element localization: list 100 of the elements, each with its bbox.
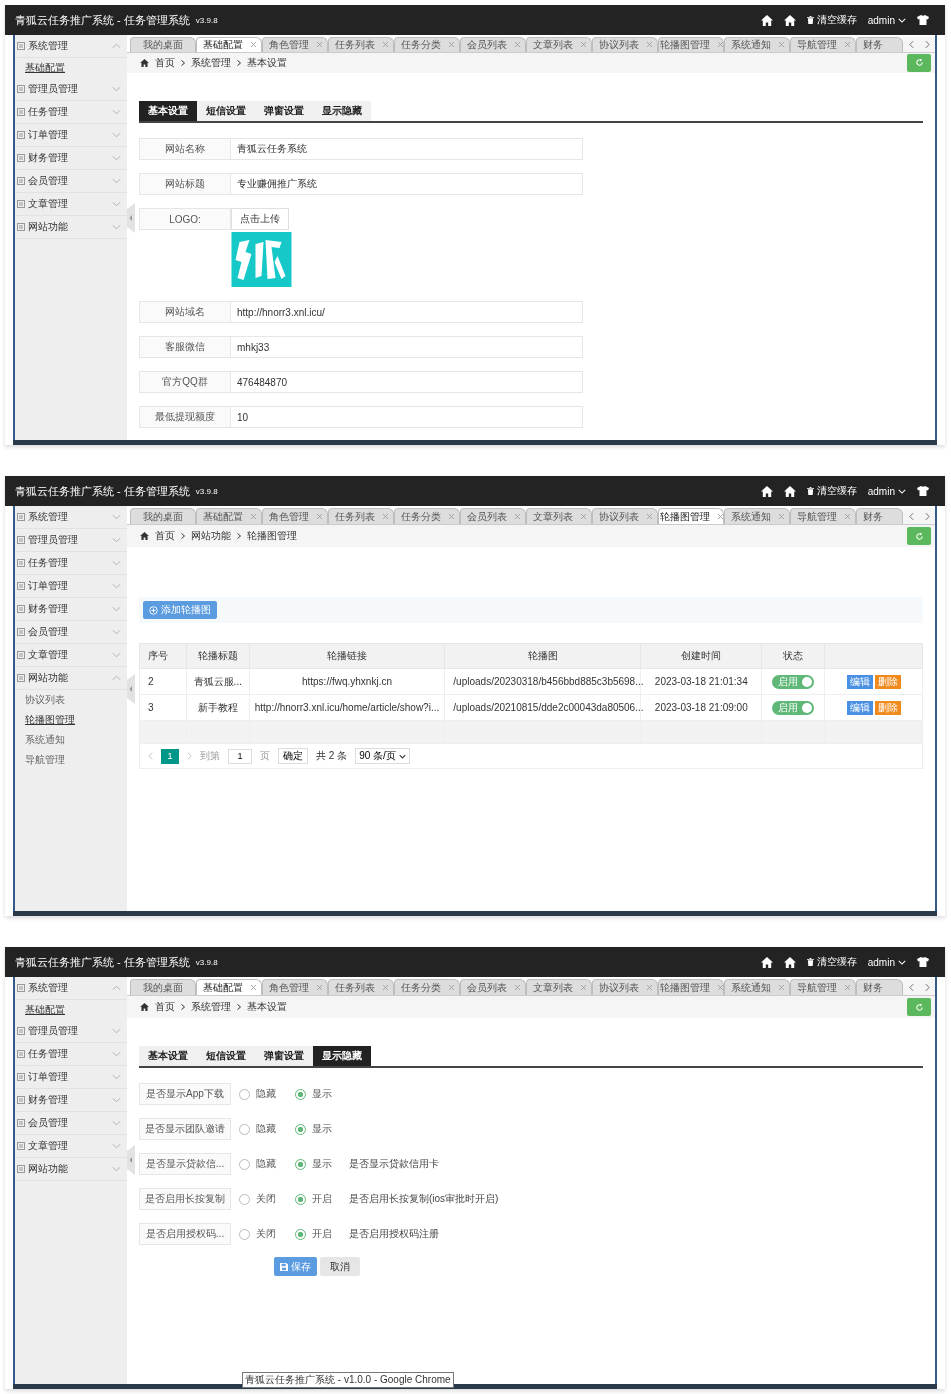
close-icon[interactable]	[844, 42, 850, 48]
close-icon[interactable]	[778, 514, 784, 519]
sidebar-subitem[interactable]: 轮播图管理	[15, 710, 127, 730]
close-icon[interactable]	[448, 514, 454, 519]
page-tab[interactable]: 文章列表	[526, 979, 592, 995]
settings-tab[interactable]: 短信设置	[197, 1046, 255, 1066]
close-icon[interactable]	[778, 42, 784, 48]
breadcrumb-link[interactable]: 首页	[155, 1000, 175, 1014]
home-icon[interactable]	[760, 14, 773, 26]
chevron-right-icon[interactable]	[187, 752, 192, 760]
close-icon[interactable]	[844, 514, 850, 519]
shirt-icon[interactable]	[917, 486, 929, 496]
page-tab[interactable]: 任务分类	[394, 979, 460, 995]
page-tab[interactable]: 基础配置	[196, 37, 262, 52]
page-tab[interactable]: 导航管理	[790, 37, 856, 52]
chevron-left-icon[interactable]	[908, 512, 914, 520]
close-icon[interactable]	[717, 42, 723, 48]
page-tab[interactable]: 协议列表	[592, 37, 658, 52]
page-tab[interactable]: 文章列表	[526, 508, 592, 524]
clear-cache-button[interactable]: 清空缓存	[806, 13, 857, 27]
user-menu[interactable]: admin	[867, 956, 906, 968]
page-tab[interactable]: 文章列表	[526, 37, 592, 52]
radio-option[interactable]: 关闭	[239, 1227, 287, 1241]
home-icon[interactable]	[783, 956, 796, 968]
close-icon[interactable]	[514, 42, 520, 48]
page-tab[interactable]: 协议列表	[592, 979, 658, 995]
close-icon[interactable]	[717, 514, 723, 519]
close-icon[interactable]	[316, 514, 322, 519]
settings-tab[interactable]: 弹窗设置	[255, 101, 313, 121]
page-tab[interactable]: 会员列表	[460, 37, 526, 52]
page-tab[interactable]: 系统通知	[724, 37, 790, 52]
confirm-button[interactable]: 确定	[278, 748, 308, 764]
close-icon[interactable]	[448, 42, 454, 48]
close-icon[interactable]	[250, 42, 256, 48]
page-tab[interactable]: 财务	[856, 979, 903, 995]
close-icon[interactable]	[382, 985, 388, 990]
refresh-button[interactable]	[907, 527, 931, 545]
home-icon[interactable]	[760, 485, 773, 497]
collapse-handle[interactable]	[127, 203, 135, 233]
close-icon[interactable]	[448, 985, 454, 990]
page-tab[interactable]: 基础配置	[196, 979, 262, 995]
clear-cache-button[interactable]: 清空缓存	[806, 955, 857, 969]
page-tab[interactable]: 我的桌面	[130, 979, 196, 995]
page-tab[interactable]: 基础配置	[196, 508, 262, 524]
settings-tab[interactable]: 弹窗设置	[255, 1046, 313, 1066]
chevron-right-icon[interactable]	[924, 512, 930, 520]
radio-option[interactable]: 显示	[295, 1122, 343, 1136]
home-icon[interactable]	[760, 956, 773, 968]
page-tab[interactable]: 我的桌面	[130, 508, 196, 524]
page-input[interactable]: 1	[228, 748, 252, 764]
page-tab[interactable]: 财务	[856, 508, 903, 524]
page-tab[interactable]: 任务分类	[394, 508, 460, 524]
page-tab[interactable]: 轮播图管理	[658, 37, 724, 52]
settings-tab[interactable]: 显示隐藏	[313, 1046, 371, 1066]
collapse-handle[interactable]	[127, 674, 135, 704]
close-icon[interactable]	[514, 985, 520, 990]
page-tab[interactable]: 导航管理	[790, 508, 856, 524]
user-menu[interactable]: admin	[867, 485, 906, 497]
page-tab[interactable]: 导航管理	[790, 979, 856, 995]
close-icon[interactable]	[717, 985, 723, 990]
input-field[interactable]: 476484870	[231, 371, 583, 393]
close-icon[interactable]	[580, 42, 586, 48]
input-field[interactable]: 青狐云任务系统	[231, 138, 583, 160]
close-icon[interactable]	[316, 42, 322, 48]
close-icon[interactable]	[646, 42, 652, 48]
settings-tab[interactable]: 基本设置	[139, 101, 197, 121]
breadcrumb-link[interactable]: 首页	[155, 529, 175, 543]
home-icon[interactable]	[783, 14, 796, 26]
close-icon[interactable]	[580, 985, 586, 990]
chevron-right-icon[interactable]	[924, 983, 930, 991]
radio-option[interactable]: 开启	[295, 1227, 343, 1241]
radio-option[interactable]: 显示	[295, 1087, 343, 1101]
page-number-button[interactable]: 1	[161, 748, 179, 764]
breadcrumb-link[interactable]: 系统管理	[191, 1000, 231, 1014]
sidebar-subitem[interactable]: 基础配置	[15, 1000, 127, 1020]
page-tab[interactable]: 会员列表	[460, 979, 526, 995]
page-tab[interactable]: 我的桌面	[130, 37, 196, 52]
breadcrumb-link[interactable]: 首页	[155, 55, 175, 70]
cancel-button[interactable]: 取消	[320, 1257, 360, 1276]
sidebar-subitem[interactable]: 基础配置	[15, 58, 127, 78]
page-size-select[interactable]: 90 条/页	[355, 748, 410, 764]
sidebar-subitem[interactable]: 协议列表	[15, 690, 127, 710]
upload-button[interactable]: 点击上传	[231, 208, 289, 230]
radio-option[interactable]: 隐藏	[239, 1157, 287, 1171]
page-tab[interactable]: 系统通知	[724, 979, 790, 995]
chevron-left-icon[interactable]	[908, 40, 914, 48]
page-tab[interactable]: 任务分类	[394, 37, 460, 52]
shirt-icon[interactable]	[917, 957, 929, 967]
close-icon[interactable]	[844, 985, 850, 990]
close-icon[interactable]	[514, 514, 520, 519]
radio-option[interactable]: 开启	[295, 1192, 343, 1206]
close-icon[interactable]	[250, 514, 256, 519]
page-tab[interactable]: 轮播图管理	[658, 508, 724, 524]
input-field[interactable]: 10	[231, 406, 583, 428]
close-icon[interactable]	[778, 985, 784, 990]
page-tab[interactable]: 会员列表	[460, 508, 526, 524]
close-icon[interactable]	[580, 514, 586, 519]
page-tab[interactable]: 角色管理	[262, 508, 328, 524]
page-tab[interactable]: 轮播图管理	[658, 979, 724, 995]
close-icon[interactable]	[316, 985, 322, 990]
